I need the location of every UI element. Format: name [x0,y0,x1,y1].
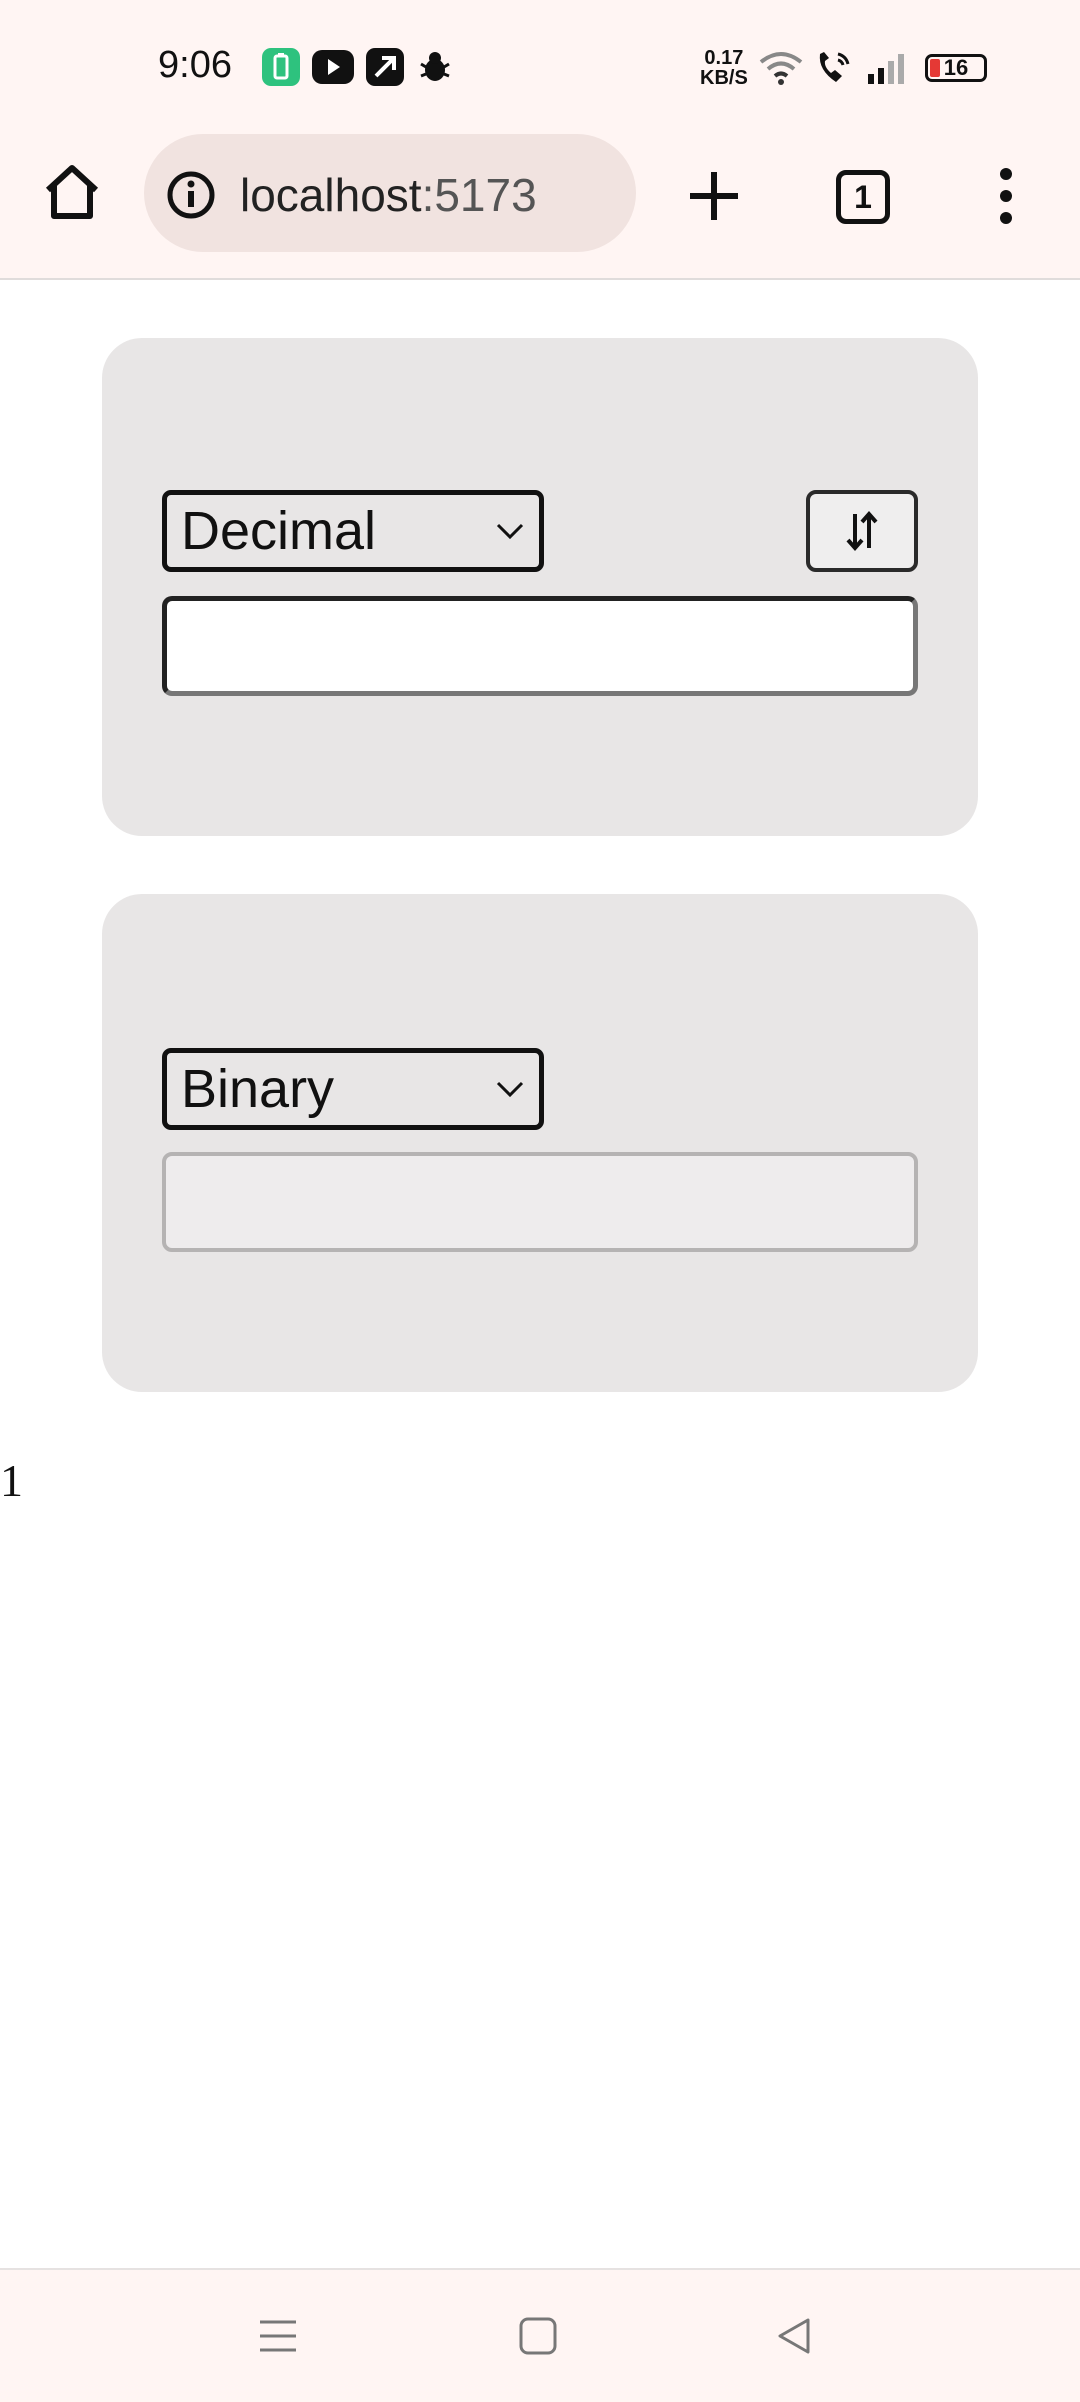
status-bar: 9:06 0.17 KB/S 16 [0,0,1080,130]
chevron-down-icon [496,1081,524,1098]
url-port: :5173 [421,169,537,221]
back-triangle-icon[interactable] [772,2314,816,2358]
navigation-bar [0,2268,1080,2402]
menu-icon[interactable] [256,2314,300,2358]
url-text: localhost:5173 [240,168,537,222]
more-vert-icon[interactable] [996,166,1016,226]
output-card: Binary [102,894,978,1392]
from-base-selected: Decimal [181,501,377,561]
net-speed-unit: KB/S [700,67,748,89]
home-icon[interactable] [40,160,104,224]
net-speed-value: 0.17 [704,47,744,69]
to-base-selected: Binary [181,1059,335,1119]
stray-text: 1 [0,1455,23,1506]
status-time: 9:06 [158,44,232,86]
info-icon[interactable] [166,170,216,220]
call-icon [819,52,850,82]
from-base-select[interactable]: Decimal [162,490,544,572]
swap-button[interactable] [806,490,918,572]
plus-icon[interactable] [686,168,742,224]
battery-level: 16 [943,55,969,80]
to-base-select[interactable]: Binary [162,1048,544,1130]
url-bar[interactable]: localhost:5173 [144,134,636,252]
tab-count: 1 [854,179,872,215]
signal-icon [868,54,904,84]
result-output [162,1152,918,1252]
chevron-down-icon [496,523,524,540]
swap-vertical-icon [846,510,878,552]
bug-icon [416,48,454,86]
battery-icon: 16 [925,54,987,82]
battery-saver-app-icon [262,48,300,86]
app-icon [366,48,404,86]
tabs-button[interactable]: 1 [836,170,890,224]
youtube-icon [312,50,354,84]
browser-toolbar: localhost:5173 1 [0,130,1080,280]
wifi-icon [759,52,803,85]
input-card: Decimal [102,338,978,836]
number-input[interactable] [162,596,918,696]
home-square-icon[interactable] [516,2314,560,2358]
net-speed: 0.17 KB/S [700,48,748,88]
url-host: localhost [240,169,422,221]
